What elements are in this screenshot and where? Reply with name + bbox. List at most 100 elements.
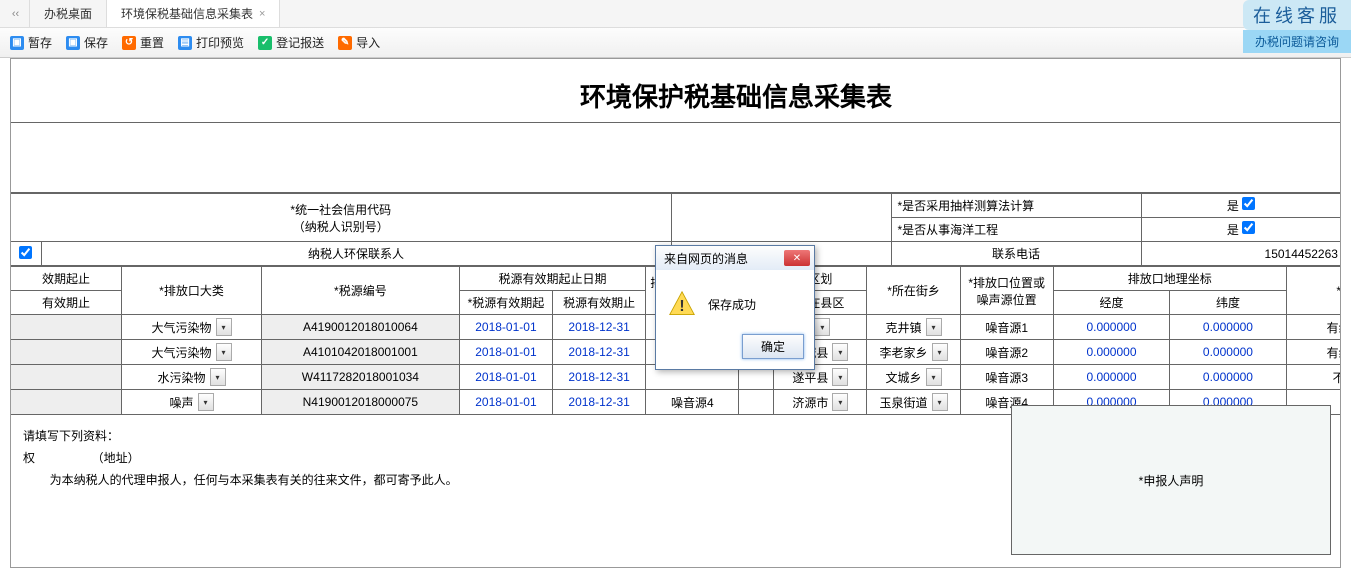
col-source-period: 税源有效期起止日期 [459,267,645,291]
row-town-cell[interactable]: 李老家乡▾ [867,340,960,365]
col-lat: 纬度 [1170,291,1286,315]
col-period-start: 效期起止 [11,267,122,291]
row-date-start[interactable]: 2018-01-01 [459,390,552,415]
uscc-label: *统一社会信用代码 （纳税人识别号） [11,194,671,242]
col-emission-mode: *排 [1286,267,1341,315]
row-lat[interactable]: 0.000000 [1170,340,1286,365]
close-icon[interactable]: × [259,8,265,20]
ocean-label: *是否从事海洋工程 [891,218,1141,242]
row-date-start[interactable]: 2018-01-01 [459,315,552,340]
cs-subtitle: 办税问题请咨询 [1243,30,1351,53]
contact-check-cell [11,242,41,266]
blank-region [11,123,1341,193]
sampling-yes-checkbox[interactable] [1242,197,1255,210]
dialog-ok-button[interactable]: 确定 [742,334,804,359]
row-date-end[interactable]: 2018-12-31 [553,315,646,340]
tab-desktop[interactable]: 办税桌面 [30,0,107,27]
col-source-start: *税源有效期起 [459,291,552,315]
col-geo-coord: 排放口地理坐标 [1053,267,1286,291]
chevron-down-icon[interactable]: ▾ [210,368,226,386]
row-location-cell[interactable]: 噪音源3 [960,365,1053,390]
col-period-end: 有效期止 [11,291,122,315]
sampling-yes-cell: 是 [1141,194,1341,218]
row-code-cell: W4117282018001034 [261,365,459,390]
pause-button[interactable]: ▣暂存 [10,34,52,51]
row-lng[interactable]: 0.000000 [1053,315,1169,340]
import-button[interactable]: ✎导入 [338,34,380,51]
row-town-cell[interactable]: 文城乡▾ [867,365,960,390]
chevron-down-icon[interactable]: ▾ [216,343,232,361]
row-category-cell[interactable]: 噪声▾ [122,390,262,415]
contact-checkbox[interactable] [19,246,32,259]
save-button[interactable]: ▣保存 [66,34,108,51]
col-outlet-category: *排放口大类 [122,267,262,315]
col-tax-source-code: *税源编号 [261,267,459,315]
row-town-cell[interactable]: 玉泉街道▾ [867,390,960,415]
print-preview-button[interactable]: ▤打印预览 [178,34,244,51]
row-date-end[interactable]: 2018-12-31 [553,340,646,365]
chevron-down-icon[interactable]: ▾ [926,368,942,386]
tabs-scroll-left[interactable]: ‹‹ [2,0,30,27]
dialog-message: 保存成功 [708,296,756,313]
row-period-cell [11,390,122,415]
reset-button[interactable]: ↺重置 [122,34,164,51]
row-lng[interactable]: 0.000000 [1053,365,1169,390]
page-title: 环境保护税基础信息采集表 [11,59,1341,123]
row-category-cell[interactable]: 大气污染物▾ [122,340,262,365]
row-period-cell [11,340,122,365]
chevron-down-icon[interactable]: ▾ [832,393,848,411]
row-category-cell[interactable]: 水污染物▾ [122,365,262,390]
chevron-down-icon[interactable]: ▾ [932,343,948,361]
toolbar: ▣暂存 ▣保存 ↺重置 ▤打印预览 ✓登记报送 ✎导入 [0,28,1351,58]
print-icon: ▤ [178,36,192,50]
chevron-down-icon[interactable]: ▾ [198,393,214,411]
chevron-down-icon[interactable]: ▾ [932,393,948,411]
col-source-end: 税源有效期止 [553,291,646,315]
row-lat[interactable]: 0.000000 [1170,365,1286,390]
register-submit-button[interactable]: ✓登记报送 [258,34,324,51]
row-category-cell[interactable]: 大气污染物▾ [122,315,262,340]
row-code-cell: A4190012018010064 [261,315,459,340]
phone-value: 15014452263 [1141,242,1341,266]
tab-label: 环境保税基础信息采集表 [121,5,253,22]
reset-icon: ↺ [122,36,136,50]
import-icon: ✎ [338,36,352,50]
dialog-body: ! 保存成功 [656,270,814,328]
ocean-yes-cell: 是 [1141,218,1341,242]
customer-service-float[interactable]: 在线客服 办税问题请咨询 [1243,0,1351,53]
row-location-cell[interactable]: 噪音源2 [960,340,1053,365]
row-date-start[interactable]: 2018-01-01 [459,340,552,365]
warning-icon: ! [668,290,696,318]
row-source-id[interactable]: 噪音源4 [646,390,739,415]
row-lng[interactable]: 0.000000 [1053,340,1169,365]
tab-env-tax-form[interactable]: 环境保税基础信息采集表 × [107,0,280,27]
chevron-down-icon[interactable]: ▾ [832,368,848,386]
chevron-down-icon[interactable]: ▾ [832,343,848,361]
row-town-cell[interactable]: 克井镇▾ [867,315,960,340]
row-date-end[interactable]: 2018-12-31 [553,390,646,415]
dialog-titlebar[interactable]: 来自网页的消息 ✕ [656,246,814,270]
sampling-label: *是否采用抽样测算法计算 [891,194,1141,218]
col-township: *所在街乡 [867,267,960,315]
cs-title: 在线客服 [1243,0,1351,30]
dialog-title-text: 来自网页的消息 [664,250,748,267]
svg-text:!: ! [679,298,684,315]
save-icon: ▣ [66,36,80,50]
ocean-yes-checkbox[interactable] [1242,221,1255,234]
row-location-cell[interactable]: 噪音源1 [960,315,1053,340]
col-outlet-location: *排放口位置或噪声源位置 [960,267,1053,315]
dialog-close-button[interactable]: ✕ [784,250,810,266]
row-date-start[interactable]: 2018-01-01 [459,365,552,390]
row-date-end[interactable]: 2018-12-31 [553,365,646,390]
row-last: 不外 [1286,365,1341,390]
chevron-down-icon[interactable]: ▾ [926,318,942,336]
chevron-down-icon[interactable]: ▾ [814,318,830,336]
chevron-down-icon[interactable]: ▾ [216,318,232,336]
phone-label: 联系电话 [891,242,1141,266]
row-lat[interactable]: 0.000000 [1170,315,1286,340]
row-county-cell[interactable]: 济源市▾ [774,390,867,415]
declaration-box: *申报人声明 [1011,405,1331,555]
row-period-cell [11,365,122,390]
row-period-cell [11,315,122,340]
row-hidden [739,390,774,415]
